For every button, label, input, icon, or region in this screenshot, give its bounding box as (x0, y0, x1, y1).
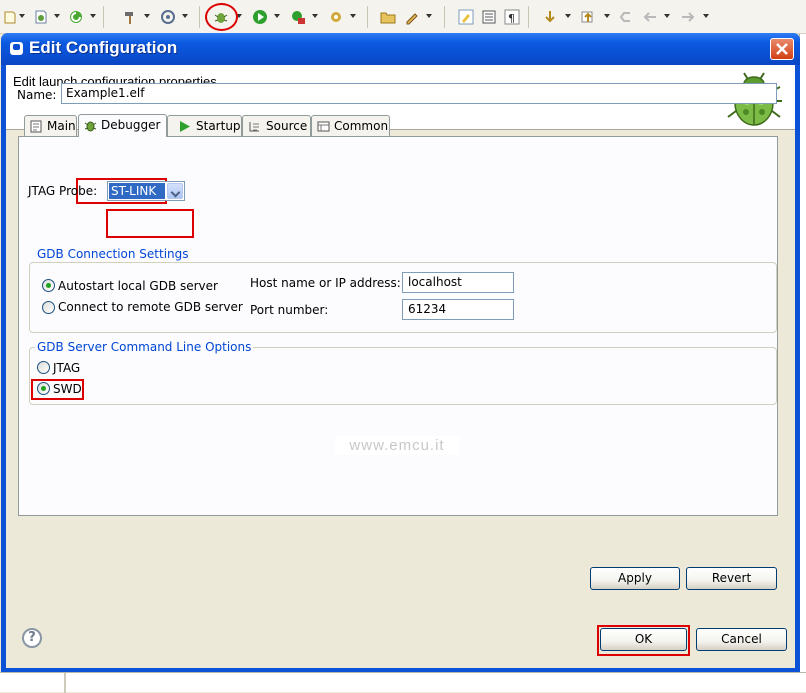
chevron-down-icon[interactable] (703, 14, 709, 18)
gdb-server-options-title: GDB Server Command Line Options (35, 340, 254, 354)
tab-source[interactable]: Source (242, 115, 311, 136)
jtag-probe-select[interactable]: ST-LINK (107, 181, 185, 201)
dialog-title: Edit Configuration (29, 38, 178, 57)
tab-startup[interactable]: Startup (167, 115, 242, 136)
ok-button-highlight (597, 625, 690, 656)
source-icon (249, 122, 259, 132)
window-menu-icon[interactable] (10, 42, 23, 55)
ide-bottom-area (0, 672, 806, 693)
chevron-down-icon[interactable] (274, 14, 280, 18)
swd-highlight (31, 379, 84, 400)
host-label: Host name or IP address: (250, 276, 401, 290)
external-tools-icon[interactable] (290, 9, 306, 25)
autostart-gdb-radio[interactable] (42, 279, 55, 292)
tab-common[interactable]: Common (311, 115, 390, 136)
chevron-down-icon[interactable] (19, 14, 25, 18)
chevron-down-icon[interactable] (182, 14, 188, 18)
cancel-button[interactable]: Cancel (696, 628, 787, 651)
remote-gdb-radio[interactable] (42, 301, 55, 314)
last-edit-icon[interactable] (618, 9, 634, 25)
dialog-titlebar[interactable]: Edit Configuration (1, 33, 800, 65)
show-whitespace-icon[interactable]: ¶ (504, 9, 520, 25)
chevron-down-icon[interactable] (664, 14, 670, 18)
svg-text:¶: ¶ (508, 12, 515, 25)
prev-annotation-icon[interactable] (580, 9, 596, 25)
port-input[interactable]: 61234 (402, 299, 514, 320)
jtag-radio[interactable] (37, 361, 50, 374)
tab-common-label: Common (334, 119, 389, 133)
name-label: Name: (17, 88, 57, 102)
chevron-down-icon[interactable] (565, 14, 571, 18)
tab-startup-label: Startup (196, 119, 241, 133)
new-wizard-icon[interactable] (2, 9, 18, 25)
chevron-down-icon[interactable] (312, 14, 318, 18)
configuration-name-input[interactable]: Example1.elf (61, 83, 777, 104)
back-arrow-icon[interactable] (642, 9, 658, 25)
close-button[interactable] (770, 38, 794, 60)
close-icon (776, 43, 788, 55)
tab-debugger-label: Debugger (101, 118, 161, 132)
watermark-text: www.emcu.it (335, 436, 459, 455)
bug-icon (84, 121, 97, 132)
jtag-probe-highlight (106, 209, 194, 238)
chevron-down-icon[interactable] (144, 14, 150, 18)
forward-arrow-icon[interactable] (680, 9, 696, 25)
common-icon (317, 121, 330, 132)
autostart-gdb-label: Autostart local GDB server (58, 279, 218, 293)
port-label: Port number: (250, 303, 329, 317)
new-class-icon[interactable] (33, 9, 49, 25)
open-folder-icon[interactable] (380, 9, 396, 25)
main-tab-icon (30, 120, 42, 133)
jtag-radio-label: JTAG (53, 361, 81, 375)
ide-editor-edge (799, 34, 806, 674)
play-icon (180, 121, 190, 132)
remote-gdb-label: Connect to remote GDB server (58, 300, 243, 314)
jtag-probe-label: JTAG Probe: (28, 184, 98, 198)
pen-icon[interactable] (404, 9, 420, 25)
chevron-down-icon[interactable] (604, 14, 610, 18)
highlight-icon[interactable] (458, 9, 474, 25)
apply-button[interactable]: Apply (590, 567, 680, 590)
tab-main-label: Main (47, 119, 76, 133)
help-icon[interactable]: ? (22, 628, 42, 648)
chevron-down-icon[interactable] (90, 14, 96, 18)
gdb-connection-title: GDB Connection Settings (35, 247, 191, 261)
revert-button[interactable]: Revert (686, 567, 777, 590)
chevron-down-icon[interactable] (350, 14, 356, 18)
gear-bug-icon[interactable] (328, 9, 344, 25)
next-annotation-icon[interactable] (542, 9, 558, 25)
block-selection-icon[interactable] (481, 9, 497, 25)
jtag-probe-value: ST-LINK (109, 183, 165, 199)
build-hammer-icon[interactable] (122, 9, 138, 25)
chevron-down-icon[interactable] (54, 14, 60, 18)
refresh-icon[interactable] (68, 9, 84, 25)
target-icon[interactable] (160, 9, 176, 25)
ide-toolbar: ¶ (0, 0, 806, 34)
tab-source-label: Source (266, 119, 308, 133)
gdb-server-options-group (29, 347, 777, 405)
tab-debugger[interactable]: Debugger (78, 114, 167, 137)
chevron-down-icon[interactable] (426, 14, 432, 18)
chevron-down-icon[interactable] (167, 183, 183, 199)
debug-icon-highlight (205, 3, 238, 31)
host-input[interactable]: localhost (402, 272, 514, 293)
tab-main[interactable]: Main (24, 115, 77, 136)
run-icon[interactable] (252, 9, 268, 25)
